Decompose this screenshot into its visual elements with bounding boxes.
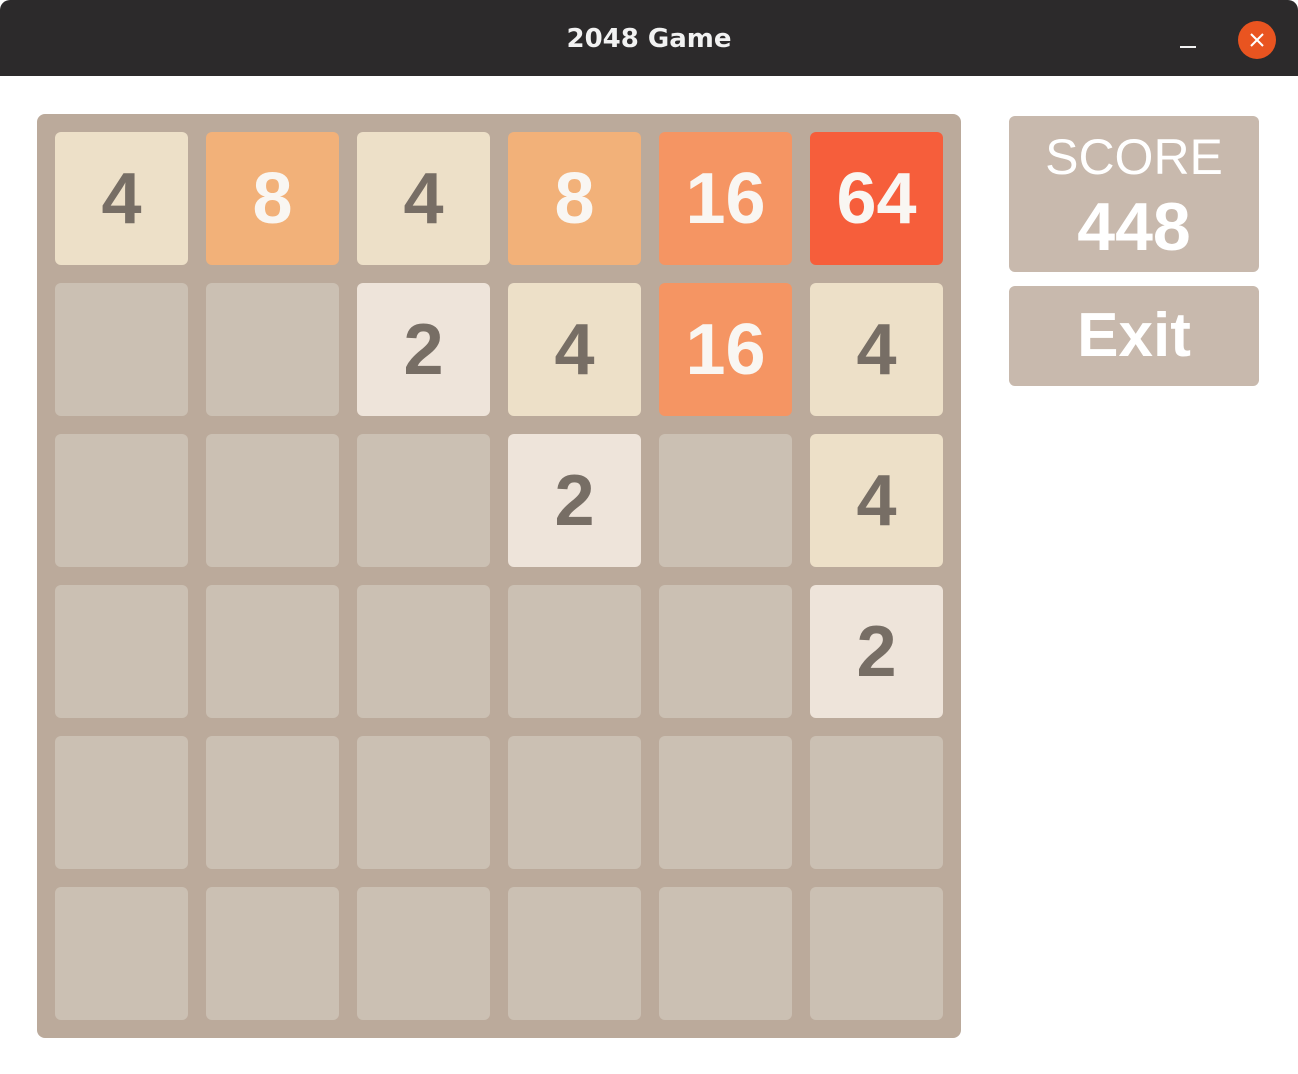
- game-board: 4 8 4 8 16 64 2 4 16 4 2 4 2: [37, 114, 961, 1038]
- tile-4: 4: [810, 434, 943, 567]
- empty-cell: [55, 887, 188, 1020]
- minimize-button[interactable]: [1168, 22, 1208, 62]
- title-bar: 2048 Game: [0, 0, 1298, 76]
- empty-cell: [55, 736, 188, 869]
- empty-cell: [659, 887, 792, 1020]
- empty-cell: [357, 585, 490, 718]
- score-label: SCORE: [1045, 129, 1223, 185]
- tile-8: 8: [206, 132, 339, 265]
- empty-cell: [810, 887, 943, 1020]
- tile-4: 4: [508, 283, 641, 416]
- empty-cell: [206, 736, 339, 869]
- close-icon: [1250, 33, 1264, 47]
- empty-cell: [357, 736, 490, 869]
- empty-cell: [508, 736, 641, 869]
- tile-4: 4: [357, 132, 490, 265]
- empty-cell: [659, 736, 792, 869]
- tile-64: 64: [810, 132, 943, 265]
- empty-cell: [508, 887, 641, 1020]
- score-panel: SCORE 448: [1009, 116, 1259, 272]
- exit-button[interactable]: Exit: [1009, 286, 1259, 386]
- window-title: 2048 Game: [566, 24, 732, 54]
- score-value: 448: [1077, 189, 1191, 265]
- tile-16: 16: [659, 283, 792, 416]
- empty-cell: [55, 434, 188, 567]
- tile-4: 4: [810, 283, 943, 416]
- empty-cell: [810, 736, 943, 869]
- tile-16: 16: [659, 132, 792, 265]
- empty-cell: [357, 887, 490, 1020]
- minimize-icon: [1180, 46, 1196, 48]
- tile-2: 2: [810, 585, 943, 718]
- tile-4: 4: [55, 132, 188, 265]
- close-button[interactable]: [1238, 21, 1276, 59]
- empty-cell: [206, 283, 339, 416]
- tile-8: 8: [508, 132, 641, 265]
- empty-cell: [357, 434, 490, 567]
- tile-2: 2: [357, 283, 490, 416]
- empty-cell: [206, 887, 339, 1020]
- empty-cell: [508, 585, 641, 718]
- empty-cell: [659, 434, 792, 567]
- tile-2: 2: [508, 434, 641, 567]
- empty-cell: [206, 434, 339, 567]
- empty-cell: [206, 585, 339, 718]
- empty-cell: [55, 585, 188, 718]
- empty-cell: [659, 585, 792, 718]
- empty-cell: [55, 283, 188, 416]
